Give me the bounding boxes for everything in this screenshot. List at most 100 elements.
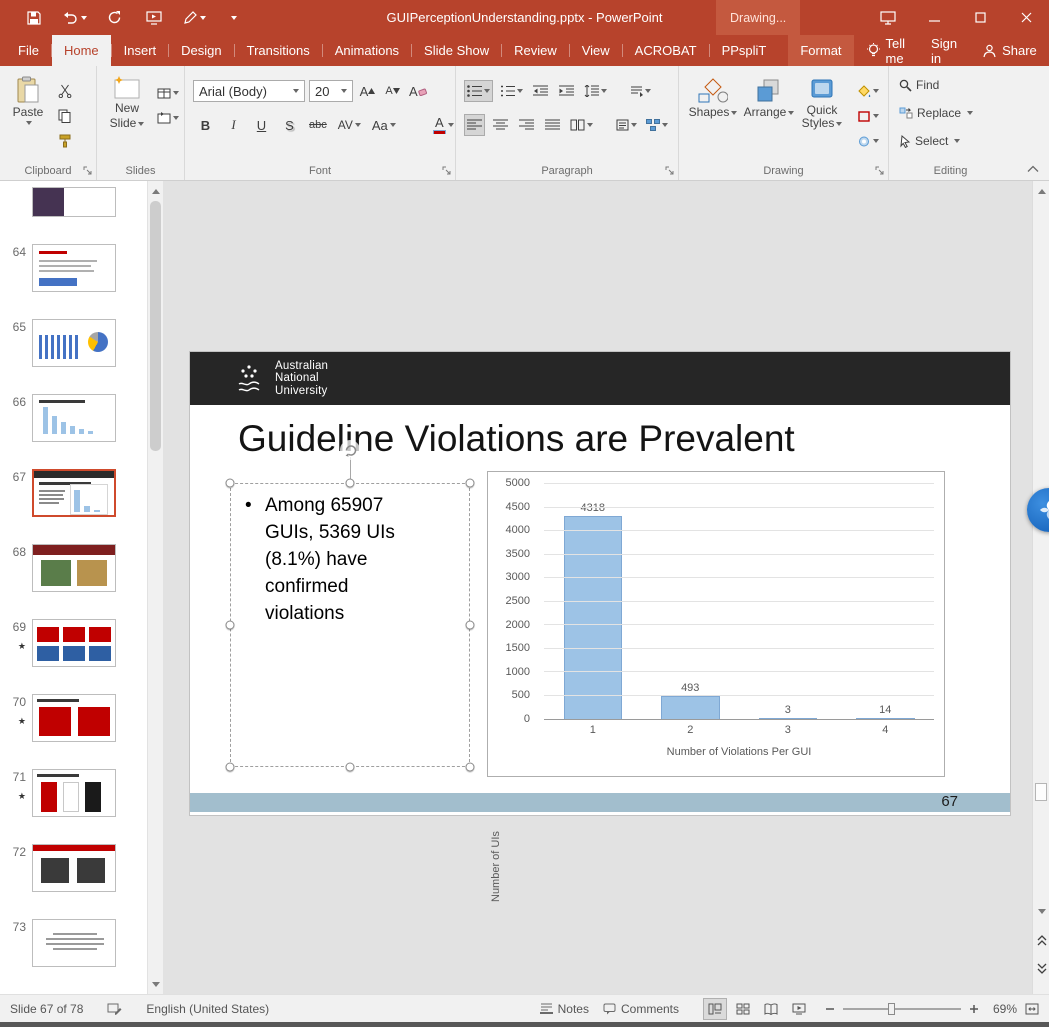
vertical-scrollbar[interactable]: [1032, 181, 1049, 994]
close-button[interactable]: [1003, 0, 1049, 35]
font-name-dropdown-arrow[interactable]: [293, 89, 299, 93]
resize-handle-middle-right[interactable]: [466, 621, 475, 630]
decrease-indent-button[interactable]: [530, 80, 551, 102]
clipboard-dialog-launcher[interactable]: [83, 166, 93, 176]
undo-dropdown-arrow[interactable]: [81, 16, 87, 20]
share-button[interactable]: Share: [970, 35, 1049, 66]
increase-font-size-button[interactable]: A: [357, 80, 378, 102]
tab-file[interactable]: File: [6, 35, 51, 66]
scroll-up-icon[interactable]: [1033, 183, 1049, 199]
tab-slide-show[interactable]: Slide Show: [412, 35, 501, 66]
slide-thumbnail-64[interactable]: 64: [0, 244, 147, 292]
slide-sorter-view-button[interactable]: [731, 998, 755, 1020]
fit-to-window-button[interactable]: [1025, 1003, 1039, 1015]
clear-formatting-button[interactable]: A: [407, 80, 429, 102]
zoom-in-button[interactable]: [969, 1004, 979, 1014]
reading-view-button[interactable]: [759, 998, 783, 1020]
font-name-combo[interactable]: Arial (Body): [193, 80, 305, 102]
select-button[interactable]: Select: [899, 134, 960, 148]
change-case-button[interactable]: Aa: [370, 114, 398, 136]
tab-home[interactable]: Home: [52, 35, 111, 66]
convert-smartart-button[interactable]: [644, 114, 670, 136]
bullet-text[interactable]: Among 65907 GUIs, 5369 UIs (8.1%) have c…: [265, 492, 405, 627]
columns-button[interactable]: [568, 114, 595, 136]
bar-series-4[interactable]: [856, 718, 915, 719]
redo-button[interactable]: [94, 3, 134, 33]
slide-thumbnail-68[interactable]: 68: [0, 544, 147, 592]
bar-chart[interactable]: Number of UIs 05001000150020002500300035…: [487, 471, 945, 777]
tell-me-button[interactable]: Tell me: [854, 35, 919, 66]
draw-button[interactable]: [174, 3, 214, 33]
tab-design[interactable]: Design: [169, 35, 233, 66]
text-direction-button[interactable]: [628, 80, 653, 102]
align-text-button[interactable]: [614, 114, 639, 136]
maximize-button[interactable]: [957, 0, 1003, 35]
copy-button[interactable]: [54, 105, 75, 127]
cut-button[interactable]: [54, 80, 75, 102]
tab-insert[interactable]: Insert: [112, 35, 169, 66]
shapes-button[interactable]: Shapes: [687, 78, 739, 119]
bar-series-3[interactable]: [759, 718, 818, 719]
paste-button[interactable]: Paste: [6, 76, 50, 125]
slide-thumbnail-partial[interactable]: [0, 187, 147, 217]
align-left-button[interactable]: [464, 114, 485, 136]
resize-handle-top-center[interactable]: [346, 479, 355, 488]
resize-handle-top-left[interactable]: [226, 479, 235, 488]
align-center-button[interactable]: [490, 114, 511, 136]
bold-button[interactable]: B: [195, 114, 216, 136]
sign-in-button[interactable]: Sign in: [918, 35, 970, 66]
justify-button[interactable]: [542, 114, 563, 136]
rotation-handle[interactable]: [340, 440, 360, 460]
resize-handle-bottom-center[interactable]: [346, 763, 355, 772]
resize-handle-top-right[interactable]: [466, 479, 475, 488]
format-painter-button[interactable]: [54, 130, 75, 152]
display-settings-button[interactable]: [865, 0, 911, 35]
bar-series-1[interactable]: [564, 516, 623, 719]
shape-effects-button[interactable]: [855, 130, 881, 152]
previous-slide-button[interactable]: [1033, 929, 1049, 951]
slide-thumbnail-65[interactable]: 65: [0, 319, 147, 367]
customize-qat-button[interactable]: [214, 3, 254, 33]
font-color-button[interactable]: A: [431, 114, 456, 136]
align-right-button[interactable]: [516, 114, 537, 136]
thumbnail-scrollbar-thumb[interactable]: [150, 201, 161, 451]
tab-format[interactable]: Format: [788, 35, 853, 66]
zoom-slider[interactable]: [843, 1008, 961, 1010]
tab-view[interactable]: View: [570, 35, 622, 66]
strikethrough-button[interactable]: abc: [307, 114, 329, 136]
decrease-font-size-button[interactable]: A: [382, 80, 403, 102]
resize-handle-middle-left[interactable]: [226, 621, 235, 630]
tab-review[interactable]: Review: [502, 35, 569, 66]
zoom-percent[interactable]: 69%: [987, 1002, 1017, 1016]
replace-button[interactable]: Replace: [899, 106, 973, 120]
slide-layout-button[interactable]: [155, 82, 181, 104]
underline-button[interactable]: U: [251, 114, 272, 136]
slide-thumbnail-69[interactable]: 69★: [0, 619, 147, 667]
save-button[interactable]: [14, 3, 54, 33]
find-button[interactable]: Find: [899, 78, 939, 92]
drawing-dialog-launcher[interactable]: [875, 166, 885, 176]
tab-acrobat[interactable]: ACROBAT: [623, 35, 709, 66]
slide-thumbnail-66[interactable]: 66: [0, 394, 147, 442]
slide-thumbnail-73[interactable]: 73: [0, 919, 147, 967]
tab-transitions[interactable]: Transitions: [235, 35, 322, 66]
resize-handle-bottom-right[interactable]: [466, 763, 475, 772]
slide-indicator[interactable]: Slide 67 of 78: [10, 1002, 83, 1016]
resize-handle-bottom-left[interactable]: [226, 763, 235, 772]
numbering-button[interactable]: [498, 80, 525, 102]
slide-thumbnail-67[interactable]: 67: [0, 469, 147, 517]
thumbnail-scroll-up-icon[interactable]: [148, 183, 164, 199]
collapse-ribbon-button[interactable]: [1027, 165, 1039, 173]
tab-animations[interactable]: Animations: [323, 35, 411, 66]
zoom-slider-thumb[interactable]: [888, 1003, 895, 1015]
font-dialog-launcher[interactable]: [442, 166, 452, 176]
character-spacing-button[interactable]: AV: [336, 114, 363, 136]
notes-button[interactable]: Notes: [540, 1002, 589, 1016]
paste-dropdown-arrow[interactable]: [26, 121, 32, 125]
minimize-button[interactable]: [911, 0, 957, 35]
scrollbar-thumb[interactable]: [1035, 783, 1047, 801]
slide-textbox[interactable]: • Among 65907 GUIs, 5369 UIs (8.1%) have…: [230, 483, 470, 767]
font-size-dropdown-arrow[interactable]: [341, 89, 347, 93]
thumbnail-scrollbar[interactable]: [147, 181, 163, 994]
shape-outline-button[interactable]: [855, 105, 881, 127]
